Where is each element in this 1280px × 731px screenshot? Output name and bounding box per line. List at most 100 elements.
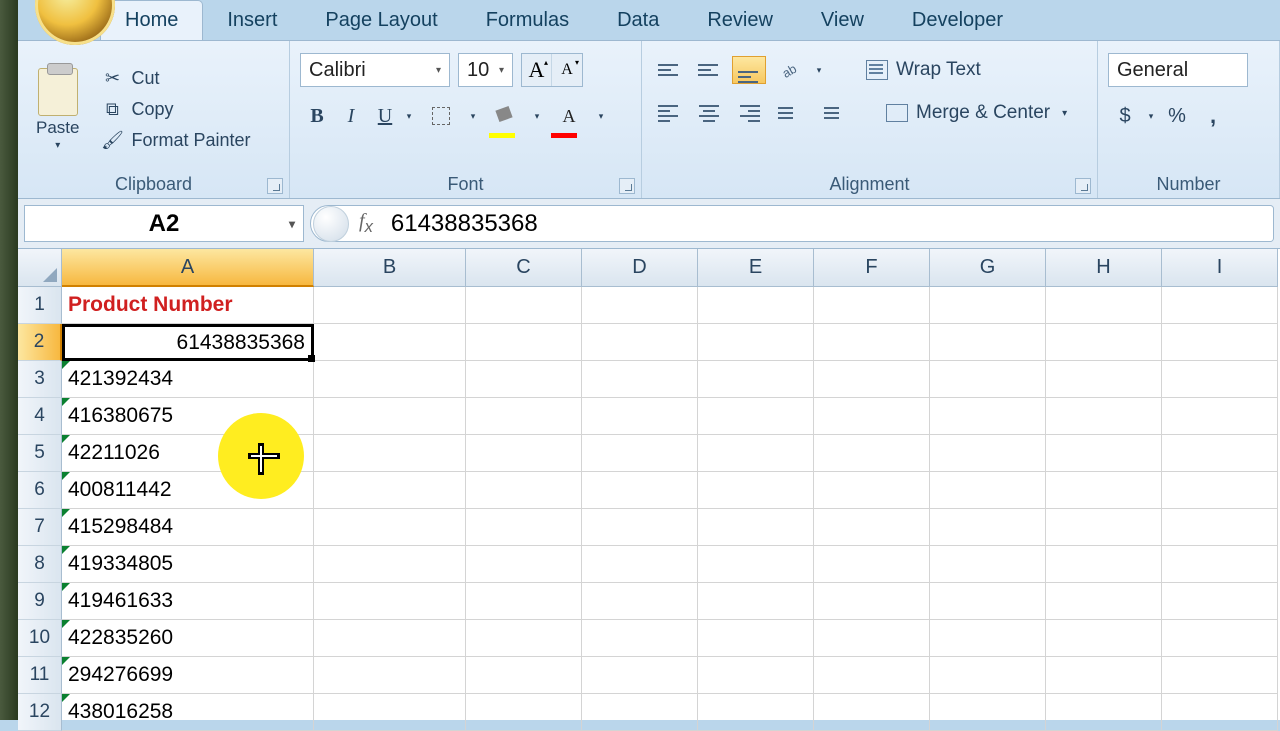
- column-header-F[interactable]: F: [814, 249, 930, 287]
- cell-G10[interactable]: [930, 620, 1046, 657]
- cell-D9[interactable]: [582, 583, 698, 620]
- cell-H11[interactable]: [1046, 657, 1162, 694]
- formula-bar[interactable]: fx 61438835368: [310, 205, 1274, 242]
- column-header-E[interactable]: E: [698, 249, 814, 287]
- cell-C4[interactable]: [466, 398, 582, 435]
- italic-button[interactable]: I: [334, 99, 368, 133]
- cell-A11[interactable]: 294276699: [62, 657, 314, 694]
- orientation-button[interactable]: ab: [772, 56, 806, 84]
- font-size-combo[interactable]: 10▾: [458, 53, 513, 87]
- cell-I11[interactable]: [1162, 657, 1278, 694]
- row-header-11[interactable]: 11: [18, 657, 62, 694]
- cell-B9[interactable]: [314, 583, 466, 620]
- cell-F11[interactable]: [814, 657, 930, 694]
- cell-E10[interactable]: [698, 620, 814, 657]
- cell-B6[interactable]: [314, 472, 466, 509]
- cell-D6[interactable]: [582, 472, 698, 509]
- cell-I5[interactable]: [1162, 435, 1278, 472]
- tab-insert[interactable]: Insert: [203, 1, 301, 40]
- cell-F5[interactable]: [814, 435, 930, 472]
- column-header-B[interactable]: B: [314, 249, 466, 287]
- cell-I7[interactable]: [1162, 509, 1278, 546]
- cell-I1[interactable]: [1162, 287, 1278, 324]
- cell-F1[interactable]: [814, 287, 930, 324]
- cells-area[interactable]: Product Number61438835368421392434416380…: [62, 287, 1280, 720]
- cell-D3[interactable]: [582, 361, 698, 398]
- cell-D1[interactable]: [582, 287, 698, 324]
- tab-review[interactable]: Review: [683, 1, 797, 40]
- decrease-indent-button[interactable]: [772, 99, 806, 127]
- cell-H12[interactable]: [1046, 694, 1162, 731]
- tab-data[interactable]: Data: [593, 1, 683, 40]
- cell-H3[interactable]: [1046, 361, 1162, 398]
- cell-E4[interactable]: [698, 398, 814, 435]
- comma-button[interactable]: ,: [1196, 99, 1230, 133]
- cell-B7[interactable]: [314, 509, 466, 546]
- font-color-button[interactable]: A: [552, 99, 586, 133]
- cell-B3[interactable]: [314, 361, 466, 398]
- cell-C8[interactable]: [466, 546, 582, 583]
- cell-F6[interactable]: [814, 472, 930, 509]
- clipboard-launcher[interactable]: [267, 178, 283, 194]
- fill-color-button[interactable]: [488, 99, 522, 133]
- cell-H5[interactable]: [1046, 435, 1162, 472]
- cell-C1[interactable]: [466, 287, 582, 324]
- align-middle-button[interactable]: [692, 56, 726, 84]
- currency-dropdown[interactable]: ▾: [1144, 99, 1158, 133]
- row-header-5[interactable]: 5: [18, 435, 62, 472]
- row-header-4[interactable]: 4: [18, 398, 62, 435]
- underline-dropdown[interactable]: ▾: [402, 99, 416, 133]
- font-launcher[interactable]: [619, 178, 635, 194]
- cell-E9[interactable]: [698, 583, 814, 620]
- cell-C7[interactable]: [466, 509, 582, 546]
- cell-G3[interactable]: [930, 361, 1046, 398]
- tab-view[interactable]: View: [797, 1, 888, 40]
- cell-D8[interactable]: [582, 546, 698, 583]
- cell-D11[interactable]: [582, 657, 698, 694]
- cell-B1[interactable]: [314, 287, 466, 324]
- cell-A10[interactable]: 422835260: [62, 620, 314, 657]
- cell-B2[interactable]: [314, 324, 466, 361]
- cell-I2[interactable]: [1162, 324, 1278, 361]
- cell-A7[interactable]: 415298484: [62, 509, 314, 546]
- column-header-C[interactable]: C: [466, 249, 582, 287]
- cell-F12[interactable]: [814, 694, 930, 731]
- cell-I4[interactable]: [1162, 398, 1278, 435]
- font-name-combo[interactable]: Calibri▾: [300, 53, 450, 87]
- cell-E11[interactable]: [698, 657, 814, 694]
- cell-F2[interactable]: [814, 324, 930, 361]
- cell-A3[interactable]: 421392434: [62, 361, 314, 398]
- cell-E8[interactable]: [698, 546, 814, 583]
- cell-F8[interactable]: [814, 546, 930, 583]
- cut-button[interactable]: ✂Cut: [95, 66, 256, 91]
- row-header-7[interactable]: 7: [18, 509, 62, 546]
- cell-D10[interactable]: [582, 620, 698, 657]
- cell-C12[interactable]: [466, 694, 582, 731]
- cell-I8[interactable]: [1162, 546, 1278, 583]
- borders-dropdown[interactable]: ▾: [466, 99, 480, 133]
- alignment-launcher[interactable]: [1075, 178, 1091, 194]
- cell-F9[interactable]: [814, 583, 930, 620]
- cell-E2[interactable]: [698, 324, 814, 361]
- cell-B4[interactable]: [314, 398, 466, 435]
- cell-G5[interactable]: [930, 435, 1046, 472]
- column-header-H[interactable]: H: [1046, 249, 1162, 287]
- shrink-font-button[interactable]: A▾: [552, 54, 582, 86]
- cell-F7[interactable]: [814, 509, 930, 546]
- cell-E7[interactable]: [698, 509, 814, 546]
- increase-indent-button[interactable]: [812, 99, 846, 127]
- cell-F10[interactable]: [814, 620, 930, 657]
- row-header-1[interactable]: 1: [18, 287, 62, 324]
- insert-function-button[interactable]: [313, 206, 349, 242]
- cell-H8[interactable]: [1046, 546, 1162, 583]
- fill-color-dropdown[interactable]: ▾: [530, 99, 544, 133]
- cell-G11[interactable]: [930, 657, 1046, 694]
- cell-E3[interactable]: [698, 361, 814, 398]
- cell-G8[interactable]: [930, 546, 1046, 583]
- cell-A2[interactable]: 61438835368: [62, 324, 314, 361]
- cell-E1[interactable]: [698, 287, 814, 324]
- paste-button[interactable]: Paste ▾: [28, 64, 87, 155]
- column-header-G[interactable]: G: [930, 249, 1046, 287]
- borders-button[interactable]: [424, 99, 458, 133]
- column-header-A[interactable]: A: [62, 249, 314, 287]
